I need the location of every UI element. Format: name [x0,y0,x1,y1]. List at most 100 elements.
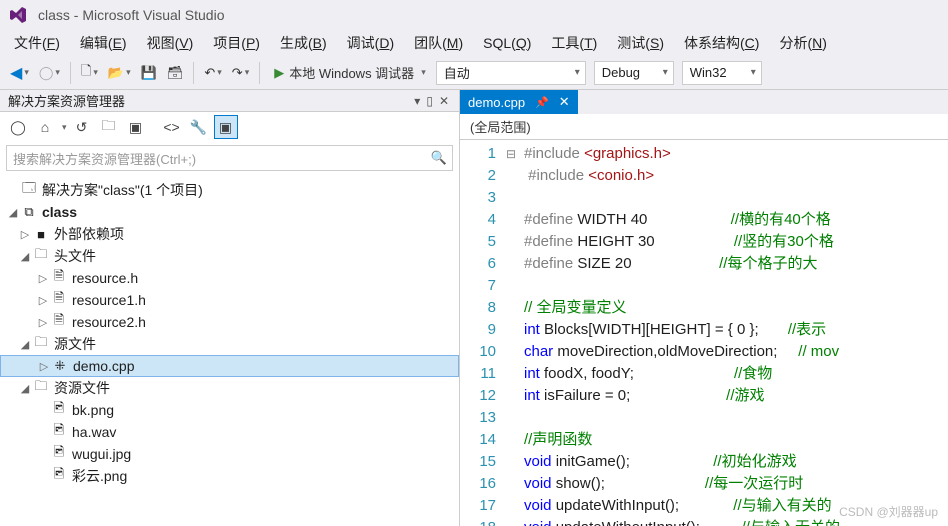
editor: demo.cpp 📌 ✕ (全局范围) 12345678910111213141… [460,90,948,526]
file-icon: 🗀 [32,377,50,399]
toolbar: ◀▾ ◯▾ 🗋▾ 📂▾ 💾 🗃 ↶▾ ↷▾ ▶ 本地 Windows 调试器 ▾… [0,56,948,90]
nav-forward-button[interactable]: ◯▾ [35,61,64,85]
pin-icon[interactable]: 📌 [535,96,549,109]
tree-row[interactable]: 🖻wugui.jpg [0,443,459,465]
expander-icon[interactable]: ◢ [6,206,20,219]
menu-item[interactable]: 团队(M) [404,31,473,55]
expander-icon[interactable]: ▷ [18,228,32,241]
collapse-icon[interactable]: 🗀 [97,115,121,139]
file-icon: 🗎 [50,289,68,311]
panel-toolbar: ◯ ⌂ ▾ ↺ 🗀 ▣ <> 🔧 ▣ [0,112,459,142]
tree-row[interactable]: ◢🗀源文件 [0,333,459,355]
panel-pin-icon[interactable]: ▯ [424,94,435,108]
tree-row[interactable]: ▷🗎resource1.h [0,289,459,311]
show-all-icon[interactable]: ▣ [124,115,148,139]
menu-item[interactable]: 测试(S) [607,31,674,55]
tree: 🗔解决方案"class"(1 个项目)◢⧉class▷■外部依赖项◢🗀头文件▷🗎… [0,177,459,526]
title-bar: class - Microsoft Visual Studio [0,0,948,30]
tree-label: resource2.h [72,314,146,330]
preview-icon[interactable]: ▣ [214,115,238,139]
solution-explorer: 解决方案资源管理器 ▾ ▯ ✕ ◯ ⌂ ▾ ↺ 🗀 ▣ <> 🔧 ▣ 搜索解决方… [0,90,460,526]
expander-icon[interactable]: ▷ [36,272,50,285]
start-debug-button[interactable]: ▶ 本地 Windows 调试器 ▾ [266,61,434,85]
tree-label: 头文件 [54,246,96,266]
tree-label: 源文件 [54,334,96,354]
tree-row[interactable]: ◢⧉class [0,201,459,223]
mode-combo[interactable]: 自动 [436,61,586,85]
file-icon: 🗀 [32,245,50,267]
tree-label: bk.png [72,402,114,418]
save-all-button[interactable]: 🗃 [163,61,188,85]
home-icon[interactable]: ◯ [6,115,30,139]
search-input[interactable]: 搜索解决方案资源管理器(Ctrl+;) [6,145,453,171]
file-icon: 🖻 [50,465,68,487]
menu-item[interactable]: 分析(N) [769,31,836,55]
vs-logo-icon [6,3,30,27]
tree-label: class [42,204,77,220]
nav-back-button[interactable]: ◀▾ [6,61,33,85]
open-file-button[interactable]: 📂▾ [104,61,135,85]
code-icon[interactable]: <> [160,115,184,139]
tree-row[interactable]: 🖻彩云.png [0,465,459,487]
menu-item[interactable]: 文件(F) [4,31,70,55]
expander-icon[interactable]: ▷ [37,360,51,373]
expander-icon[interactable]: ▷ [36,294,50,307]
tree-label: ha.wav [72,424,116,440]
close-icon[interactable]: ✕ [559,94,570,110]
config-combo[interactable]: Debug [594,61,674,85]
menu-item[interactable]: 生成(B) [270,31,337,55]
tree-row[interactable]: 🗔解决方案"class"(1 个项目) [0,179,459,201]
properties-icon[interactable]: 🔧 [187,115,211,139]
tree-label: 彩云.png [72,466,127,486]
tree-row[interactable]: ◢🗀资源文件 [0,377,459,399]
tree-row[interactable]: ▷🗎resource2.h [0,311,459,333]
expander-icon[interactable]: ◢ [18,338,32,351]
file-icon: ⧉ [20,204,38,220]
menu-item[interactable]: SQL(Q) [473,33,541,53]
redo-button[interactable]: ↷▾ [228,61,253,85]
file-icon: 🗔 [20,179,38,201]
watermark: CSDN @刘器器up [839,503,938,520]
tree-row[interactable]: 🖻ha.wav [0,421,459,443]
home-button[interactable]: ⌂ [33,115,57,139]
platform-combo[interactable]: Win32 [682,61,762,85]
menu-item[interactable]: 调试(D) [337,31,404,55]
file-icon: 🗀 [32,333,50,355]
code-area[interactable]: 12345678910111213141516171819 ⊟ #include… [460,140,948,526]
tree-row[interactable]: ◢🗀头文件 [0,245,459,267]
tree-label: 解决方案"class"(1 个项目) [42,180,203,200]
tree-row[interactable]: ▷■外部依赖项 [0,223,459,245]
tab-demo-cpp[interactable]: demo.cpp 📌 ✕ [460,90,578,114]
undo-button[interactable]: ↶▾ [200,61,225,85]
expander-icon[interactable]: ◢ [18,382,32,395]
tree-label: demo.cpp [73,358,134,374]
play-icon: ▶ [274,65,284,81]
save-button[interactable]: 💾 [137,61,161,85]
new-project-button[interactable]: 🗋▾ [77,61,102,85]
scope-combo[interactable]: (全局范围) [460,114,948,140]
line-gutter: 12345678910111213141516171819 [460,140,504,526]
tab-strip: demo.cpp 📌 ✕ [460,90,948,114]
file-icon: ■ [32,227,50,242]
tree-row[interactable]: ▷⁜ demo.cpp [0,355,459,377]
menu-bar: 文件(F)编辑(E)视图(V)项目(P)生成(B)调试(D)团队(M)SQL(Q… [0,30,948,56]
code-body[interactable]: #include <graphics.h> #include <conio.h>… [518,140,948,526]
file-icon: 🗎 [50,311,68,333]
menu-item[interactable]: 工具(T) [541,31,607,55]
menu-item[interactable]: 编辑(E) [70,31,137,55]
menu-item[interactable]: 项目(P) [203,31,270,55]
panel-menu-icon[interactable]: ▾ [412,94,422,108]
file-icon: 🖻 [50,421,68,443]
panel-close-icon[interactable]: ✕ [437,94,451,108]
tree-row[interactable]: 🖻bk.png [0,399,459,421]
menu-item[interactable]: 体系结构(C) [674,31,769,55]
file-icon: 🗎 [50,267,68,289]
sync-icon[interactable]: ↺ [70,115,94,139]
tree-label: 资源文件 [54,378,110,398]
expander-icon[interactable]: ▷ [36,316,50,329]
window-title: class - Microsoft Visual Studio [38,7,224,23]
debug-target-label: 本地 Windows 调试器 [289,63,414,82]
expander-icon[interactable]: ◢ [18,250,32,263]
menu-item[interactable]: 视图(V) [137,31,204,55]
tree-row[interactable]: ▷🗎resource.h [0,267,459,289]
